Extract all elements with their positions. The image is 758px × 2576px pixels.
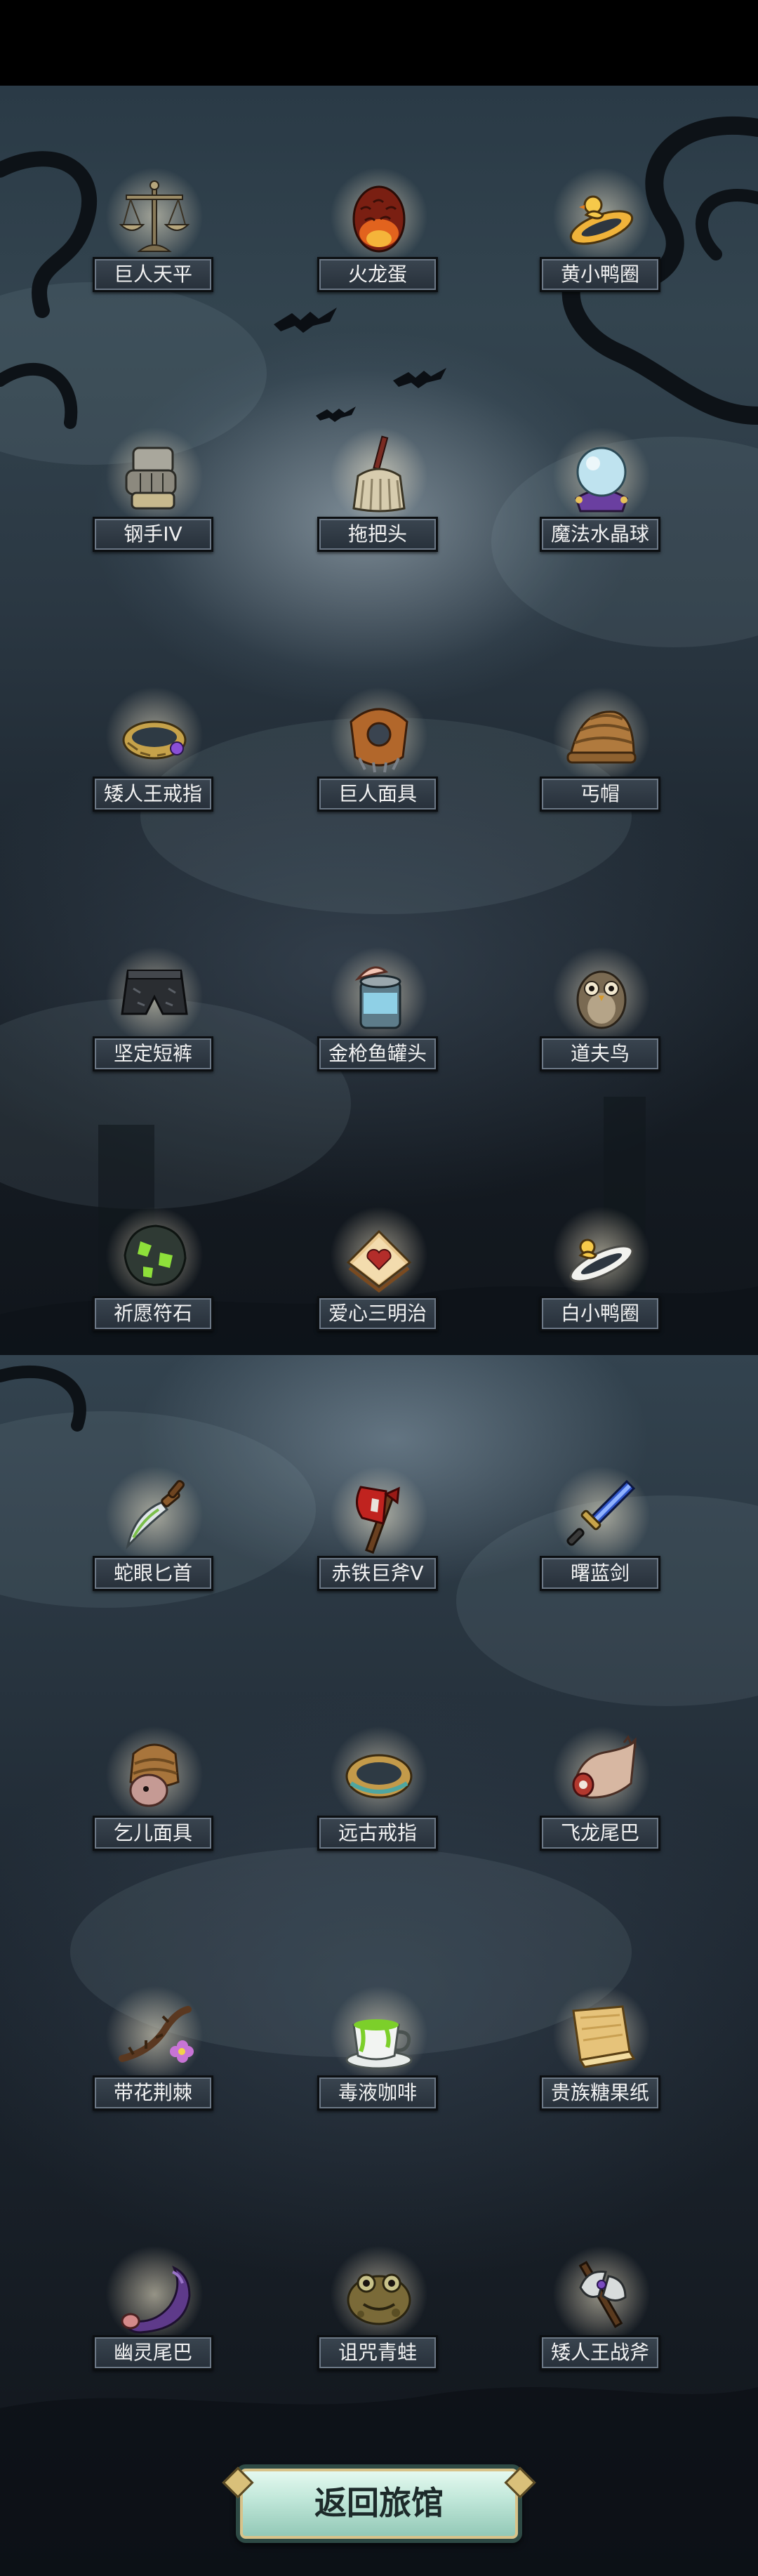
tuna-can-icon <box>354 966 401 1029</box>
item-label: 带花荆棘 <box>93 2075 213 2111</box>
item-slot[interactable]: 赤铁巨斧V <box>309 1460 449 1615</box>
steel-gauntlet-icon <box>125 447 177 510</box>
item-slot[interactable]: 诅咒青蛙 <box>309 2240 449 2394</box>
game-screen: 巨人天平 火龙蛋 黄小鸭圈 钢手IV 拖把头 魔法水晶球 矮人王戒指 巨人面具 … <box>0 0 758 2576</box>
item-label: 曙蓝剑 <box>540 1556 660 1591</box>
item-label: 矮人王战斧 <box>540 2335 660 2370</box>
item-label: 巨人天平 <box>93 257 213 292</box>
item-slot[interactable]: 带花荆棘 <box>84 1980 225 2134</box>
heart-sandwich-icon <box>346 1229 412 1293</box>
beggar-hat-icon <box>566 711 637 764</box>
dwarf-ring-icon <box>122 720 187 760</box>
item-label: 魔法水晶球 <box>540 517 660 552</box>
return-to-inn-button[interactable]: 返回旅馆 <box>236 2464 522 2543</box>
item-slot[interactable]: 白小鸭圈 <box>531 1201 672 1355</box>
item-slot[interactable]: 钢手IV <box>84 421 225 576</box>
item-label: 黄小鸭圈 <box>540 257 660 292</box>
item-slot[interactable]: 拖把头 <box>309 421 449 576</box>
return-button-label: 返回旅馆 <box>314 2484 444 2522</box>
dragon-egg-icon <box>352 185 406 253</box>
ghost-tail-icon <box>121 2266 191 2334</box>
item-label: 毒液咖啡 <box>317 2075 438 2111</box>
item-slot[interactable]: 巨人天平 <box>84 161 225 316</box>
item-slot[interactable]: 飞龙尾巴 <box>531 1720 672 1875</box>
item-slot[interactable]: 乞儿面具 <box>84 1720 225 1875</box>
item-label: 巨人面具 <box>317 777 438 812</box>
item-slot[interactable]: 矮人王戒指 <box>84 681 225 835</box>
battle-axe-icon <box>578 2261 627 2328</box>
item-label: 贵族糖果纸 <box>540 2075 660 2111</box>
item-label: 远古戒指 <box>317 1816 438 1851</box>
item-slot[interactable]: 火龙蛋 <box>309 161 449 316</box>
item-label: 丐帽 <box>540 777 660 812</box>
dagger-icon <box>126 1479 185 1550</box>
item-slot[interactable]: 远古戒指 <box>309 1720 449 1875</box>
ancient-ring-icon <box>345 1754 413 1799</box>
item-label: 坚定短裤 <box>93 1036 213 1071</box>
item-label: 蛇眼匕首 <box>93 1556 213 1591</box>
item-slot[interactable]: 曙蓝剑 <box>531 1460 672 1615</box>
dragon-tail-icon <box>572 1734 637 1799</box>
mop-head-icon <box>352 435 406 513</box>
item-label: 祈愿符石 <box>93 1296 213 1331</box>
owl-icon <box>576 970 627 1029</box>
item-label: 矮人王戒指 <box>93 777 213 812</box>
top-black-bar <box>0 0 758 86</box>
item-slot[interactable]: 爱心三明治 <box>309 1201 449 1355</box>
item-label: 飞龙尾巴 <box>540 1816 660 1851</box>
item-label: 赤铁巨斧V <box>317 1556 438 1591</box>
scale-icon <box>119 180 190 252</box>
item-slot[interactable]: 巨人面具 <box>309 681 449 835</box>
item-label: 道夫鸟 <box>540 1036 660 1071</box>
blue-sword-icon <box>566 1479 636 1546</box>
item-label: 诅咒青蛙 <box>317 2335 438 2370</box>
item-label: 钢手IV <box>93 517 213 552</box>
rune-stone-icon <box>124 1224 187 1286</box>
item-label: 拖把头 <box>317 517 438 552</box>
shorts-icon <box>121 970 188 1015</box>
item-slot[interactable]: 矮人王战斧 <box>531 2240 672 2394</box>
item-label: 爱心三明治 <box>317 1296 438 1331</box>
item-slot[interactable]: 贵族糖果纸 <box>531 1980 672 2134</box>
poison-coffee-icon <box>345 2019 413 2070</box>
giant-mask-icon <box>350 708 408 773</box>
cursed-frog-icon <box>347 2273 411 2325</box>
item-label: 金枪鱼罐头 <box>317 1036 438 1071</box>
item-slot[interactable]: 毒液咖啡 <box>309 1980 449 2134</box>
white-duck-ring-icon <box>569 1239 634 1283</box>
item-label: 幽灵尾巴 <box>93 2335 213 2370</box>
item-slot[interactable]: 道夫鸟 <box>531 941 672 1095</box>
candy-wrapper-icon <box>572 2005 636 2068</box>
flower-thorn-icon <box>119 2006 194 2063</box>
red-axe-icon <box>356 1486 400 1554</box>
item-slot[interactable]: 黄小鸭圈 <box>531 161 672 316</box>
beggar-mask-icon <box>129 1743 180 1807</box>
item-label: 白小鸭圈 <box>540 1296 660 1331</box>
item-slot[interactable]: 蛇眼匕首 <box>84 1460 225 1615</box>
item-label: 乞儿面具 <box>93 1816 213 1851</box>
item-slot[interactable]: 丐帽 <box>531 681 672 835</box>
item-slot[interactable]: 幽灵尾巴 <box>84 2240 225 2394</box>
yellow-duck-ring-icon <box>569 195 634 245</box>
item-slot[interactable]: 坚定短裤 <box>84 941 225 1095</box>
crystal-ball-icon <box>575 447 628 513</box>
item-slot[interactable]: 魔法水晶球 <box>531 421 672 576</box>
item-label: 火龙蛋 <box>317 257 438 292</box>
item-slot[interactable]: 祈愿符石 <box>84 1201 225 1355</box>
item-slot[interactable]: 金枪鱼罐头 <box>309 941 449 1095</box>
